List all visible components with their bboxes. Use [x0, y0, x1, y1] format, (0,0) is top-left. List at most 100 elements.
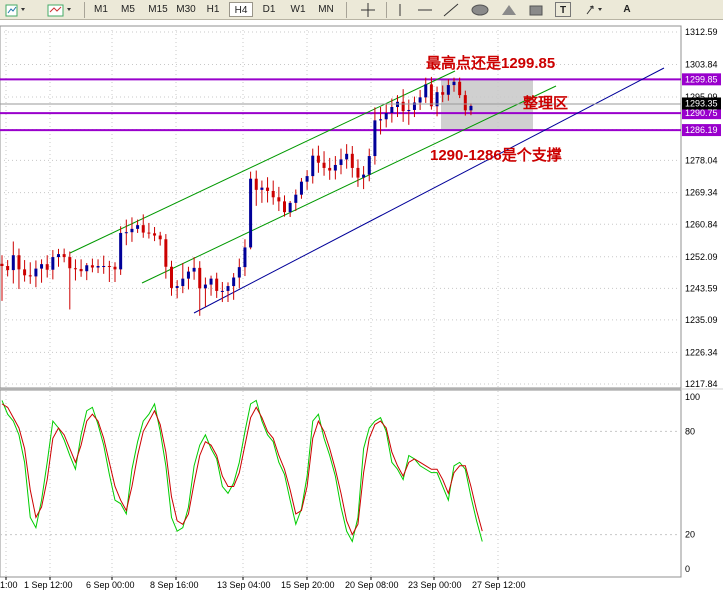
text-label-tool-button[interactable]: A [620, 2, 634, 17]
stochastic-tick-label: 0 [685, 564, 690, 574]
candle-body [124, 232, 128, 234]
candle-body [232, 277, 236, 287]
candle-body [203, 284, 207, 289]
stochastic-tick-label: 80 [685, 426, 695, 436]
annotation-range: 整理区 [523, 94, 568, 112]
period-d1-button[interactable]: D1 [258, 2, 280, 17]
candle-body [51, 257, 55, 270]
templates-icon[interactable] [46, 2, 76, 18]
candle-body [136, 225, 140, 229]
candle-body [57, 254, 60, 258]
candle-body [226, 286, 230, 291]
price-tick-label: 1278.04 [685, 155, 718, 165]
candle-body [277, 197, 281, 202]
candle-body [175, 286, 179, 288]
candle-body [260, 187, 264, 190]
candle-body [429, 84, 433, 107]
arrows-icon[interactable] [584, 2, 608, 18]
candle-body [311, 155, 315, 177]
candle-body [181, 278, 185, 287]
candle-body [23, 269, 27, 276]
candle-body [62, 254, 66, 258]
time-tick-label: 6 Sep 00:00 [86, 580, 135, 590]
candle-body [356, 167, 360, 178]
candle-body [294, 194, 298, 203]
period-h4-button[interactable]: H4 [229, 2, 253, 17]
time-tick-label: 27 Sep 12:00 [472, 580, 526, 590]
period-m30-button[interactable]: M30 [173, 2, 199, 17]
candle-body [362, 174, 366, 178]
candle-body [198, 267, 202, 289]
candle-body [215, 278, 219, 291]
annotation-support: 1290-1286是个支撑 [430, 146, 562, 164]
candle-body [192, 267, 196, 272]
period-m1-button[interactable]: M1 [90, 2, 112, 17]
trendline-icon[interactable] [442, 2, 460, 18]
candle-body [40, 264, 44, 269]
candle-body [441, 92, 445, 95]
consolidation-zone [441, 80, 533, 131]
candle-body [28, 275, 32, 277]
candle-body [153, 233, 157, 236]
candle-body [158, 235, 162, 240]
candle-body [237, 267, 241, 278]
candle-body [85, 265, 89, 272]
price-tick-label: 1226.34 [685, 347, 718, 357]
candle-body [17, 255, 21, 270]
candle-body [463, 95, 467, 111]
candle-body [130, 228, 134, 233]
triangle-icon[interactable] [500, 2, 518, 18]
crosshair-icon[interactable] [358, 2, 378, 18]
candle-body [418, 97, 422, 103]
period-m5-button[interactable]: M5 [117, 2, 139, 17]
price-tick-label: 1243.59 [685, 283, 718, 293]
candle-body [141, 225, 145, 233]
candle-body [469, 105, 473, 111]
annotation-high: 最高点还是1299.85 [426, 54, 555, 72]
price-tick-label: 1303.84 [685, 60, 718, 70]
candle-body [299, 181, 303, 195]
period-mn-button[interactable]: MN [313, 2, 339, 17]
candle-body [107, 266, 111, 268]
candle-body [11, 255, 15, 271]
candle-body [283, 201, 286, 213]
time-tick-label: 1 Sep 12:00 [24, 580, 73, 590]
ellipse-icon[interactable] [470, 2, 490, 18]
candle-body [243, 247, 247, 268]
new-chart-icon[interactable] [4, 2, 30, 18]
stochastic-tick-label: 20 [685, 530, 695, 540]
price-tick-label: 1312.59 [685, 27, 718, 37]
period-m15-button[interactable]: M15 [145, 2, 171, 17]
candle-body [424, 84, 428, 98]
candle-body [79, 268, 83, 272]
horizontal-line-icon[interactable] [416, 2, 434, 18]
candle-body [170, 266, 173, 288]
candle-body [119, 232, 123, 270]
price-tick-label: 1235.09 [685, 315, 718, 325]
period-w1-button[interactable]: W1 [286, 2, 310, 17]
text-tool-button[interactable]: T [555, 2, 571, 17]
candle-body [102, 266, 106, 268]
candle-body [147, 232, 151, 234]
candle-body [379, 119, 383, 121]
period-h1-button[interactable]: H1 [202, 2, 224, 17]
candle-body [271, 190, 275, 198]
candle-body [350, 153, 354, 168]
price-chart: 1312.591303.841295.091286.341278.041269.… [0, 20, 723, 593]
price-tick-label: 1269.34 [685, 188, 718, 198]
candle-body [113, 266, 117, 270]
price-tick-label: 1217.84 [685, 379, 718, 389]
candle-body [288, 202, 292, 213]
time-tick-label: 8 Sep 16:00 [150, 580, 199, 590]
candle-body [390, 107, 394, 113]
candle-body [367, 156, 371, 175]
candle-body [254, 178, 258, 190]
candle-body [73, 268, 77, 270]
candle-body [90, 265, 94, 268]
candle-body [266, 187, 270, 191]
rectangle-icon[interactable] [527, 2, 545, 18]
candle-body [0, 263, 4, 267]
candle-body [34, 268, 38, 277]
vertical-line-icon[interactable] [392, 2, 408, 18]
candle-body [452, 81, 456, 86]
